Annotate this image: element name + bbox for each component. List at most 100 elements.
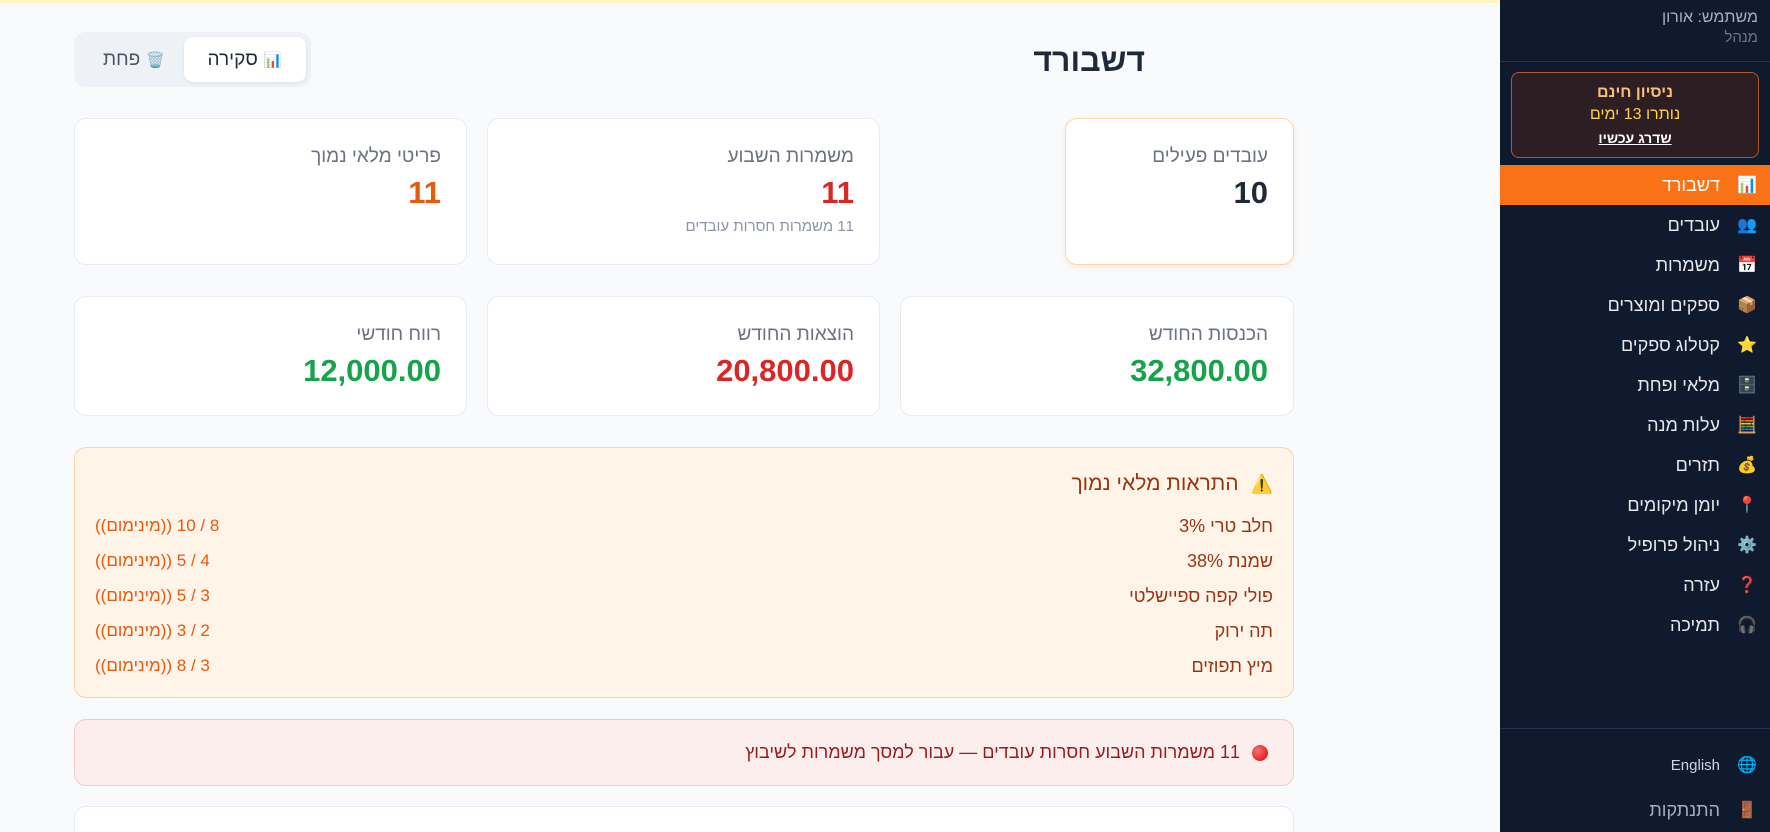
- sidebar-item-label: ניהול פרופיל: [1627, 534, 1720, 555]
- sidebar-nav: 📊 דשבורד 👥 עובדים 📅 משמרות 📦 ספקים ומוצר…: [1500, 165, 1770, 645]
- low-stock-alerts-heading: התראות מלאי נמוך: [1071, 472, 1239, 495]
- alert-item-qty: 3 / 8 ((מינימום)): [95, 656, 210, 675]
- profit-card: רווח חודשי 12,000.00: [74, 296, 467, 416]
- logout-label: התנתקות: [1649, 799, 1720, 820]
- sidebar-item-label: ספקים ומוצרים: [1607, 294, 1720, 315]
- expenses-value: 20,800.00: [716, 353, 854, 388]
- sidebar-item-supplier-catalog[interactable]: ⭐ קטלוג ספקים: [1500, 325, 1770, 365]
- chart-icon: 📊: [263, 51, 283, 69]
- trash-icon: 🗑️: [146, 51, 165, 69]
- gear-icon: ⚙️: [1737, 537, 1757, 554]
- warning-icon: ⚠️: [1250, 473, 1273, 494]
- sidebar-item-employees[interactable]: 👥 עובדים: [1500, 205, 1770, 245]
- free-trial-box: ניסיון חינם נותרו 13 ימים שדרג עכשיו: [1511, 72, 1759, 158]
- alert-item-qty: 4 / 5 ((מינימום)): [95, 551, 210, 570]
- list-item: חלב טרי 3% 8 / 10 ((מינימום)): [95, 513, 1273, 539]
- week-shifts-sub: 11 משמרות חסרות עובדים: [685, 218, 854, 235]
- missing-shifts-alert[interactable]: 11 משמרות השבוע חסרות עובדים — עבור למסך…: [74, 719, 1294, 786]
- sidebar-item-help[interactable]: ❓ עזרה: [1500, 565, 1770, 605]
- income-value: 32,800.00: [1130, 353, 1268, 388]
- list-item: פולי קפה ספיישלטי 3 / 5 ((מינימום)): [95, 583, 1273, 609]
- tab-waste-label: פחת: [103, 48, 141, 70]
- missing-shifts-text: 11 משמרות השבוע חסרות עובדים — עבור למסך…: [745, 742, 1240, 762]
- users-icon: 👥: [1737, 217, 1757, 234]
- sidebar-footer: 🌐 English 🚪 התנתקות: [1500, 728, 1770, 829]
- income-card: הכנסות החודש 32,800.00: [900, 296, 1294, 416]
- list-item: מיץ תפוזים 3 / 8 ((מינימום)): [95, 653, 1273, 679]
- page-title: דשבורד: [1033, 42, 1145, 78]
- expenses-label: הוצאות החודש: [737, 324, 855, 345]
- sidebar-item-suppliers-products[interactable]: 📦 ספקים ומוצרים: [1500, 285, 1770, 325]
- alert-item-name: מיץ תפוזים: [1191, 655, 1273, 676]
- profit-value: 12,000.00: [303, 353, 441, 388]
- door-icon: 🚪: [1737, 802, 1757, 819]
- profit-label: רווח חודשי: [356, 324, 441, 345]
- sidebar-item-label: יומן מיקומים: [1627, 494, 1720, 515]
- low-stock-card[interactable]: פריטי מלאי נמוך 11: [74, 118, 467, 265]
- trial-days-left: נותרו 13 ימים: [1589, 106, 1681, 123]
- alert-item-qty: 8 / 10 ((מינימום)): [95, 516, 220, 535]
- sidebar-item-label: עלות מנה: [1647, 414, 1720, 435]
- income-label: הכנסות החודש: [1148, 324, 1268, 345]
- sidebar-item-profile[interactable]: ⚙️ ניהול פרופיל: [1500, 525, 1770, 565]
- star-icon: ⭐: [1737, 337, 1757, 354]
- trial-title: ניסיון חינם: [1597, 84, 1673, 101]
- sidebar-item-label: דשבורד: [1661, 174, 1720, 195]
- red-circle-icon: [1252, 744, 1268, 761]
- dashboard-tabs: 📊 סקירה 🗑️ פחת: [74, 32, 311, 87]
- active-employees-label: עובדים פעילים: [1152, 146, 1268, 167]
- alert-item-qty: 2 / 3 ((מינימום)): [95, 621, 210, 640]
- low-stock-alerts-panel: ⚠️ התראות מלאי נמוך חלב טרי 3% 8 / 10 ((…: [74, 447, 1294, 698]
- package-icon: 📦: [1737, 297, 1757, 314]
- sidebar-item-dashboard[interactable]: 📊 דשבורד: [1500, 165, 1770, 205]
- abacus-icon: 🧮: [1737, 417, 1757, 434]
- low-stock-label: פריטי מלאי נמוך: [311, 146, 441, 167]
- pin-icon: 📍: [1737, 497, 1757, 514]
- next-section-card: [74, 806, 1294, 832]
- active-employees-card[interactable]: עובדים פעילים 10: [1065, 118, 1294, 265]
- sidebar-item-shifts[interactable]: 📅 משמרות: [1500, 245, 1770, 285]
- sidebar-item-support[interactable]: 🎧 תמיכה: [1500, 605, 1770, 645]
- week-shifts-card[interactable]: משמרות השבוע 11 11 משמרות חסרות עובדים: [487, 118, 880, 265]
- user-role: מנהל: [1724, 29, 1758, 46]
- expenses-card: הוצאות החודש 20,800.00: [487, 296, 880, 416]
- sidebar-item-label: תזרים: [1675, 454, 1720, 475]
- alert-item-name: פולי קפה ספיישלטי: [1129, 585, 1273, 606]
- list-item: שמנת 38% 4 / 5 ((מינימום)): [95, 548, 1273, 574]
- user-info: משתמש: אורון מנהל: [1500, 0, 1770, 62]
- list-item: תה ירוק 2 / 3 ((מינימום)): [95, 618, 1273, 644]
- money-bag-icon: 💰: [1737, 457, 1757, 474]
- user-name: משתמש: אורון: [1661, 9, 1758, 26]
- week-shifts-label: משמרות השבוע: [727, 146, 854, 167]
- sidebar-item-label: משמרות: [1655, 254, 1720, 275]
- tab-overview-label: סקירה: [207, 48, 258, 70]
- sidebar: משתמש: אורון מנהל ניסיון חינם נותרו 13 י…: [1500, 0, 1770, 832]
- calendar-icon: 📅: [1737, 257, 1757, 274]
- week-shifts-value: 11: [821, 175, 854, 210]
- sidebar-item-label: עזרה: [1683, 574, 1720, 595]
- low-stock-value: 11: [408, 175, 441, 210]
- top-highlight-line: [0, 0, 1500, 3]
- headphones-icon: 🎧: [1737, 617, 1757, 634]
- low-stock-alerts-title: ⚠️ התראות מלאי נמוך: [1071, 472, 1273, 496]
- sidebar-item-locations-log[interactable]: 📍 יומן מיקומים: [1500, 485, 1770, 525]
- upgrade-link[interactable]: שדרג עכשיו: [1512, 126, 1758, 150]
- tab-waste[interactable]: 🗑️ פחת: [84, 37, 184, 82]
- language-switch[interactable]: 🌐 English: [1500, 729, 1770, 779]
- sidebar-item-label: מלאי ופחת: [1637, 374, 1720, 395]
- language-label: English: [1670, 756, 1720, 774]
- sidebar-item-dish-cost[interactable]: 🧮 עלות מנה: [1500, 405, 1770, 445]
- logout-button[interactable]: 🚪 התנתקות: [1500, 779, 1770, 829]
- alert-item-qty: 3 / 5 ((מינימום)): [95, 586, 210, 605]
- cabinet-icon: 🗄️: [1737, 377, 1757, 394]
- sidebar-item-cashflow[interactable]: 💰 תזרים: [1500, 445, 1770, 485]
- active-employees-value: 10: [1233, 175, 1268, 210]
- sidebar-item-label: קטלוג ספקים: [1621, 334, 1720, 355]
- tab-overview[interactable]: 📊 סקירה: [184, 37, 306, 82]
- sidebar-item-inventory-waste[interactable]: 🗄️ מלאי ופחת: [1500, 365, 1770, 405]
- sidebar-item-label: עובדים: [1667, 214, 1720, 235]
- alert-item-name: חלב טרי 3%: [1179, 515, 1273, 536]
- question-icon: ❓: [1737, 577, 1757, 594]
- chart-icon: 📊: [1737, 177, 1757, 194]
- sidebar-item-label: תמיכה: [1670, 614, 1720, 635]
